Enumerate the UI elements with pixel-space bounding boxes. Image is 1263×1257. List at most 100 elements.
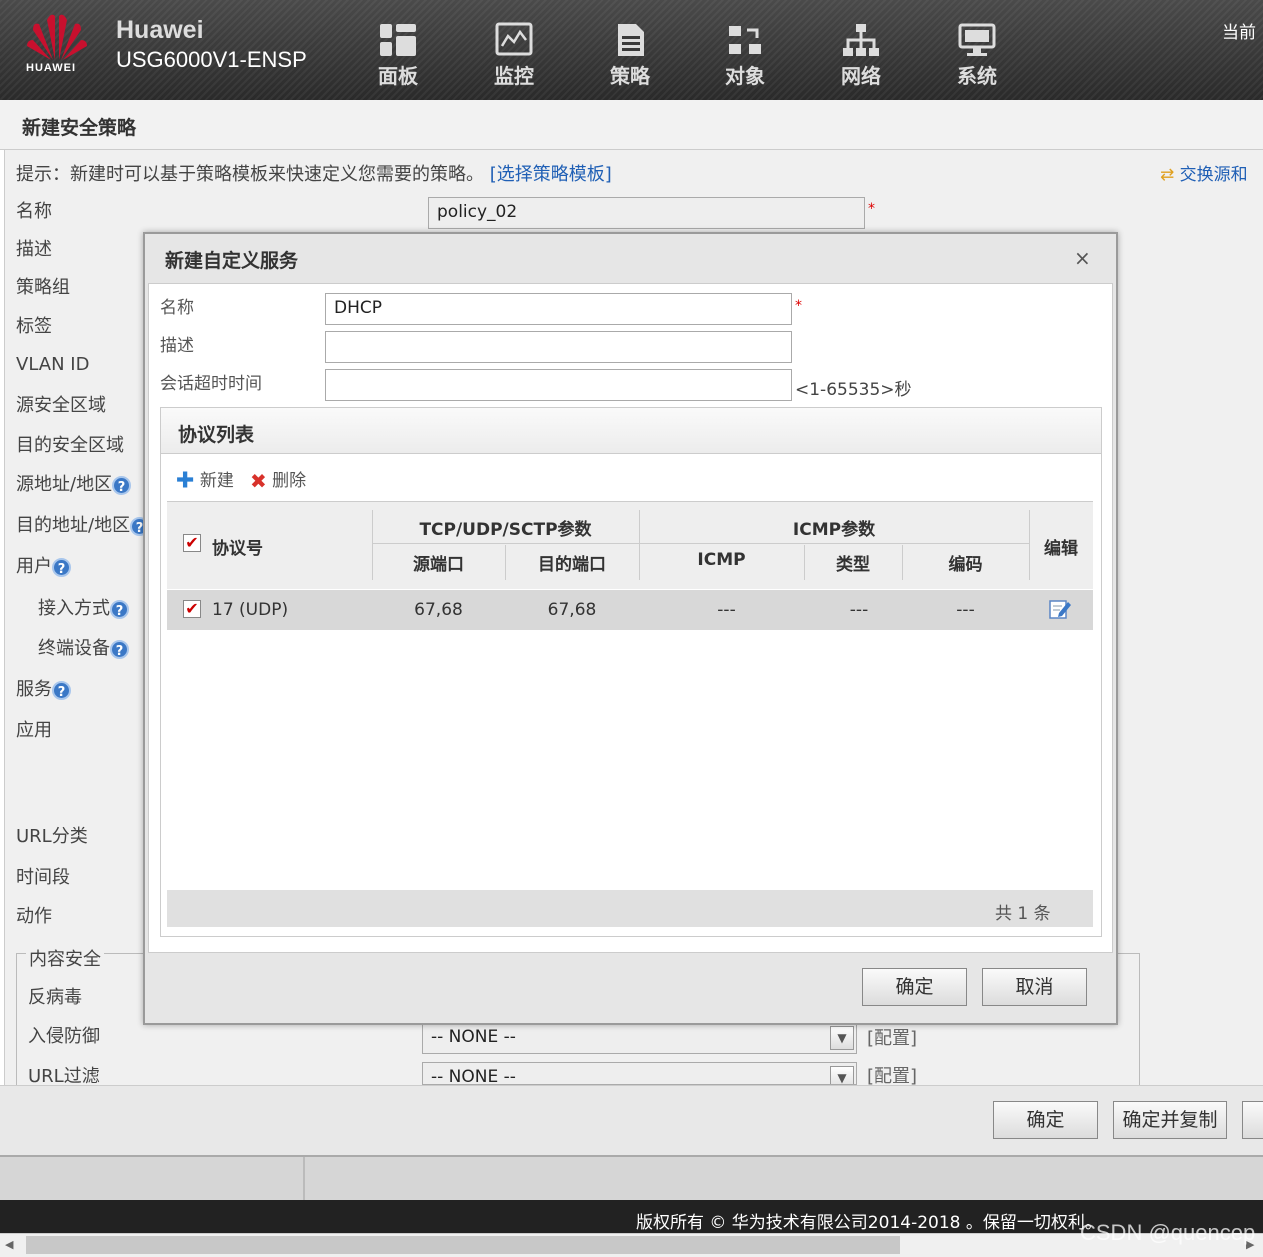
label-service-text: 服务 [16, 679, 52, 700]
help-icon[interactable]: ? [110, 599, 129, 619]
tip-prefix: 提示：新建时可以基于策略模板来快速定义您需要的策略。 [16, 164, 484, 185]
label-vlan: VLAN ID [16, 354, 90, 375]
dialog-ok-button[interactable]: 确定 [862, 968, 967, 1006]
cell-src-port: 67,68 [414, 600, 463, 620]
network-icon [843, 24, 879, 56]
dialog-title: 新建自定义服务 [165, 250, 299, 272]
delete-label: 删除 [272, 471, 307, 491]
nav-label: 网络 [841, 64, 881, 88]
nav-network[interactable]: 网络 [826, 22, 896, 89]
ips-select-value: -- NONE -- [431, 1027, 516, 1047]
object-icon [729, 26, 761, 54]
help-icon[interactable]: ? [112, 475, 132, 495]
tip-text: 提示：新建时可以基于策略模板来快速定义您需要的策略。 [选择策略模板] [16, 160, 612, 186]
label-user-text: 用户 [16, 556, 52, 577]
url-filter-configure-link[interactable]: [配置] [867, 1062, 917, 1085]
dialog-label-timeout: 会话超时时间 [160, 374, 262, 394]
label-dst-addr: 目的地址/地区? [16, 511, 150, 537]
label-group: 策略组 [16, 277, 70, 298]
label-user: 用户? [16, 552, 71, 578]
label-tag: 标签 [16, 316, 52, 337]
grid-pager [167, 890, 1093, 927]
nav-object[interactable]: 对象 [710, 22, 780, 89]
service-name-input[interactable]: DHCP [325, 293, 792, 325]
label-access-text: 接入方式 [38, 598, 110, 619]
page-header [0, 100, 1263, 150]
nav-label: 对象 [725, 64, 765, 88]
scroll-left-icon[interactable]: ◀ [5, 1238, 13, 1251]
label-src-addr: 源地址/地区? [16, 470, 132, 496]
edit-icon[interactable] [1049, 598, 1073, 620]
label-desc: 描述 [16, 239, 52, 260]
huawei-logo-icon [27, 14, 87, 61]
protocol-list-title: 协议列表 [178, 424, 255, 446]
cell-type: --- [849, 600, 869, 620]
select-template-link[interactable]: [选择策略模板] [490, 164, 612, 185]
status-strip [0, 1155, 1263, 1200]
col-tcp-group: TCP/UDP/SCTP参数 [419, 520, 592, 540]
current-user-text: 当前 [1222, 23, 1256, 43]
chevron-down-icon[interactable]: ▼ [830, 1066, 854, 1084]
page-title: 新建安全策略 [22, 117, 137, 139]
label-action: 动作 [16, 906, 52, 927]
label-url-category: URL分类 [16, 826, 88, 847]
select-all-checkbox[interactable]: ✔ [183, 534, 201, 552]
delete-icon: ✖ [250, 469, 267, 493]
close-icon[interactable]: × [1074, 246, 1091, 270]
new-protocol-button[interactable]: ✚ 新建 [176, 466, 234, 494]
nav-dashboard[interactable]: 面板 [363, 22, 433, 89]
header-divider [372, 543, 1029, 544]
scrollbar-thumb[interactable] [26, 1236, 900, 1254]
label-terminal: 终端设备? [38, 634, 129, 660]
watermark: CSDN @quencep [1080, 1220, 1256, 1245]
label-name: 名称 [16, 201, 52, 222]
required-mark: * [795, 298, 802, 314]
ips-select[interactable]: -- NONE -- ▼ [422, 1022, 857, 1054]
protocol-list-header [161, 408, 1101, 454]
cell-protocol: 17 (UDP) [212, 600, 289, 620]
label-service: 服务? [16, 675, 71, 701]
brand-name: Huawei [116, 16, 204, 44]
policy-name-input[interactable]: policy_02 [428, 197, 865, 229]
label-time-range: 时间段 [16, 867, 70, 888]
ok-button[interactable]: 确定 [993, 1101, 1098, 1139]
policy-icon [618, 24, 644, 56]
label-access: 接入方式? [38, 594, 129, 620]
cancel-button-partial[interactable] [1242, 1101, 1263, 1139]
help-icon[interactable]: ? [52, 557, 71, 577]
monitor-icon [495, 22, 533, 56]
nav-label: 面板 [378, 64, 418, 88]
dialog-label-name: 名称 [160, 298, 194, 318]
session-timeout-input[interactable] [325, 369, 792, 401]
label-src-zone: 源安全区域 [16, 395, 106, 416]
dashboard-icon [380, 24, 416, 56]
logo-text: HUAWEI [26, 62, 76, 74]
nav-policy[interactable]: 策略 [595, 22, 665, 89]
chevron-down-icon[interactable]: ▼ [830, 1026, 854, 1050]
row-checkbox[interactable]: ✔ [183, 600, 201, 618]
ok-and-copy-button[interactable]: 确定并复制 [1113, 1101, 1227, 1139]
brand-model: USG6000V1-ENSP [116, 47, 307, 72]
service-desc-input[interactable] [325, 331, 792, 363]
dialog-cancel-button[interactable]: 取消 [982, 968, 1087, 1006]
nav-monitor[interactable]: 监控 [479, 22, 549, 89]
col-src-port: 源端口 [413, 555, 464, 575]
label-src-addr-text: 源地址/地区 [16, 474, 113, 495]
help-icon[interactable]: ? [52, 680, 71, 700]
col-edit: 编辑 [1044, 539, 1078, 559]
ips-configure-link[interactable]: [配置] [867, 1024, 917, 1050]
add-icon: ✚ [176, 468, 195, 494]
swap-source-dest-link[interactable]: ⇄ 交换源和 [1160, 160, 1248, 185]
url-filter-select-value: -- NONE -- [431, 1067, 516, 1085]
nav-system[interactable]: 系统 [942, 22, 1012, 89]
status-divider [303, 1157, 305, 1200]
help-icon[interactable]: ? [110, 639, 129, 659]
delete-protocol-button[interactable]: ✖ 删除 [250, 466, 306, 493]
nav-label: 策略 [610, 64, 650, 88]
url-filter-select[interactable]: -- NONE -- ▼ [422, 1062, 857, 1085]
col-protocol: 协议号 [212, 539, 263, 559]
label-terminal-text: 终端设备 [38, 638, 110, 659]
copyright-text: 版权所有 © 华为技术有限公司2014-2018 。保留一切权利。 [636, 1213, 1102, 1233]
col-code: 编码 [948, 555, 983, 575]
label-dst-zone: 目的安全区域 [16, 435, 124, 456]
